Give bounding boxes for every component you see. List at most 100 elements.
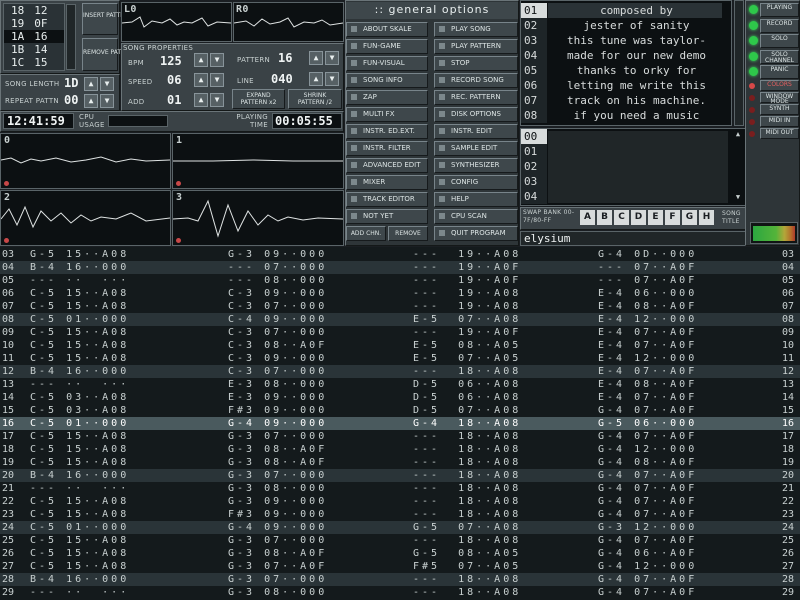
track-cell[interactable]: G-4 12··000 [598, 443, 697, 456]
track-cell[interactable]: C-5 15··A08 [30, 534, 129, 547]
pattern-row[interactable]: 03 03 G-5 15··A08 G-3 09··000 --- 19··A08 G-4… [0, 248, 800, 261]
track-cell[interactable]: C-5 15··A08 [30, 430, 129, 443]
track-cell[interactable]: C-3 09··000 [228, 352, 327, 365]
pattern-row[interactable]: 14 14 C-5 03··A08 E-3 09··000 D-5 06··A08 E-4… [0, 391, 800, 404]
track-cell[interactable]: C-3 09··000 [228, 287, 327, 300]
sample-scrollbar-down-icon[interactable]: ▼ [732, 193, 744, 203]
track-cell[interactable]: C-5 15··A08 [30, 352, 129, 365]
position-row[interactable]: 18 12 [4, 4, 64, 17]
sample-row-number[interactable]: 00 [521, 129, 547, 144]
track-cell[interactable]: E-4 12··000 [598, 313, 697, 326]
pattern-row[interactable]: 23 23 C-5 15··A08 F#3 09··000 --- 18··A08 G-4… [0, 508, 800, 521]
status-button-2[interactable]: SOLO [760, 34, 799, 48]
position-row[interactable]: 1B 14 [4, 43, 64, 56]
song-length-down-icon[interactable]: ▼ [100, 77, 114, 91]
bank-button-g[interactable]: G [682, 210, 697, 225]
pattern-row[interactable]: 10 10 C-5 15··A08 C-3 08··A0F E-5 08··A05 E-4… [0, 339, 800, 352]
track-cell[interactable]: G-3 09··000 [228, 248, 327, 261]
track-cell[interactable]: C-5 15··A08 [30, 339, 129, 352]
pattern-row[interactable]: 06 06 C-5 15··A08 C-3 09··000 --- 19··A08 E-4… [0, 287, 800, 300]
track-cell[interactable]: E-4 08··A0F [598, 300, 697, 313]
track-cell[interactable]: C-5 01··000 [30, 417, 129, 430]
track-cell[interactable]: --- 18··A08 [413, 456, 521, 469]
option-button-7[interactable]: INSTR. FILTER [346, 141, 428, 156]
pattern-row[interactable]: 24 24 C-5 01··000 G-4 09··000 G-5 07··A08 G-3… [0, 521, 800, 534]
bank-button-b[interactable]: B [597, 210, 612, 225]
track-cell[interactable]: C-5 03··A08 [30, 404, 129, 417]
track-cell[interactable]: B-4 16··000 [30, 365, 129, 378]
track-cell[interactable]: G-4 06··A0F [598, 547, 697, 560]
track-cell[interactable]: G-4 07··A0F [598, 495, 697, 508]
bank-button-f[interactable]: F [665, 210, 680, 225]
info-scrollbar[interactable] [734, 0, 744, 126]
track-cell[interactable]: C-3 07··000 [228, 300, 327, 313]
line-up-icon[interactable]: ▲ [309, 72, 323, 86]
pattern-row[interactable]: 26 26 C-5 15··A08 G-3 08··A0F G-5 08··A05 G-4… [0, 547, 800, 560]
track-cell[interactable]: G-4 07··A0F [598, 508, 697, 521]
pattern-row[interactable]: 20 20 B-4 16··000 G-3 07··000 --- 18··A08 G-4… [0, 469, 800, 482]
track-cell[interactable]: G-4 07··A0F [598, 586, 697, 599]
track-cell[interactable]: C-5 15··A08 [30, 560, 129, 573]
track-cell[interactable]: --- 19··A08 [413, 300, 521, 313]
track-cell[interactable]: G-5 07··A08 [413, 521, 521, 534]
bank-button-c[interactable]: C [614, 210, 629, 225]
status-button-7[interactable]: SYNTH [760, 104, 799, 115]
track-cell[interactable]: --- ·· ··· [30, 378, 129, 391]
track-cell[interactable]: G-3 09··000 [228, 495, 327, 508]
track-cell[interactable]: G-3 07··000 [228, 534, 327, 547]
sample-row-number[interactable]: 02 [521, 159, 547, 174]
repeat-pattern-up-icon[interactable]: ▲ [84, 94, 98, 108]
pattern-row[interactable]: 28 28 B-4 16··000 G-3 07··000 --- 18··A08 G-4… [0, 573, 800, 586]
shrink-pattern-button[interactable]: SHRINK PATTERN /2 [288, 89, 342, 109]
track-cell[interactable]: --- 18··A08 [413, 508, 521, 521]
track-cell[interactable]: E-4 07··A0F [598, 391, 697, 404]
track-cell[interactable]: G-4 09··000 [228, 521, 327, 534]
track-cell[interactable]: --- 18··A08 [413, 430, 521, 443]
position-row[interactable]: 19 0F [4, 17, 64, 30]
transport-button-8[interactable]: SYNTHESIZER [434, 158, 518, 173]
transport-button-4[interactable]: REC. PATTERN [434, 90, 518, 105]
status-button-6[interactable]: WINDOW MODE [760, 92, 799, 105]
track-cell[interactable]: E-4 07··A0F [598, 339, 697, 352]
pattern-row[interactable]: 12 12 B-4 16··000 C-3 07··000 --- 18··A08 E-4… [0, 365, 800, 378]
track-cell[interactable]: G-5 15··A08 [30, 248, 129, 261]
position-scrollbar[interactable] [66, 4, 76, 70]
track-cell[interactable]: E-4 07··A0F [598, 326, 697, 339]
pattern-row[interactable]: 21 21 --- ·· ··· G-3 08··000 --- 18··A08 G-4 … [0, 482, 800, 495]
track-cell[interactable]: C-4 09··000 [228, 313, 327, 326]
track-cell[interactable]: --- 18··A08 [413, 495, 521, 508]
track-cell[interactable]: F#5 07··A05 [413, 560, 521, 573]
add-up-icon[interactable]: ▲ [194, 93, 208, 107]
line-down-icon[interactable]: ▼ [325, 72, 339, 86]
pattern-row[interactable]: 16 16 C-5 01··000 G-4 09··000 G-4 18··A08 G-5… [0, 417, 800, 430]
track-cell[interactable]: G-4 07··A0F [598, 404, 697, 417]
pattern-row[interactable]: 13 13 --- ·· ··· E-3 08··000 D-5 06··A08 E-4 … [0, 378, 800, 391]
status-button-8[interactable]: MIDI IN [760, 116, 799, 127]
pattern-down-icon[interactable]: ▼ [325, 51, 339, 65]
track-cell[interactable]: E-3 08··000 [228, 378, 327, 391]
bank-button-a[interactable]: A [580, 210, 595, 225]
track-cell[interactable]: G-4 08··A0F [598, 456, 697, 469]
track-cell[interactable]: G-3 07··A0F [228, 560, 327, 573]
track-cell[interactable]: E-5 07··A08 [413, 313, 521, 326]
track-cell[interactable]: E-4 07··A0F [598, 365, 697, 378]
info-text-panel[interactable]: 01 02 03 04 05 06 07 08 composed by jester of sa… [520, 0, 732, 126]
transport-button-10[interactable]: HELP [434, 192, 518, 207]
track-cell[interactable]: C-5 01··000 [30, 521, 129, 534]
option-button-3[interactable]: SONG INFO [346, 73, 428, 88]
track-cell[interactable]: D-5 06··A08 [413, 378, 521, 391]
track-cell[interactable]: G-3 08··A0F [228, 547, 327, 560]
track-cell[interactable]: C-5 15··A08 [30, 443, 129, 456]
transport-button-1[interactable]: PLAY PATTERN [434, 39, 518, 54]
track-cell[interactable]: G-4 0D··000 [598, 248, 697, 261]
track-cell[interactable]: --- 18··A08 [413, 573, 521, 586]
option-button-1[interactable]: FUN-GAME [346, 39, 428, 54]
transport-button-11[interactable]: CPU SCAN [434, 209, 518, 224]
track-cell[interactable]: E-4 12··000 [598, 352, 697, 365]
transport-button-12[interactable]: QUIT PROGRAM [434, 226, 518, 241]
status-button-1[interactable]: RECORD [760, 18, 799, 33]
bpm-down-icon[interactable]: ▼ [210, 53, 224, 67]
track-cell[interactable]: C-3 07··000 [228, 326, 327, 339]
track-scope-1[interactable]: 1 [172, 133, 344, 189]
track-cell[interactable]: G-4 07··A0F [598, 430, 697, 443]
